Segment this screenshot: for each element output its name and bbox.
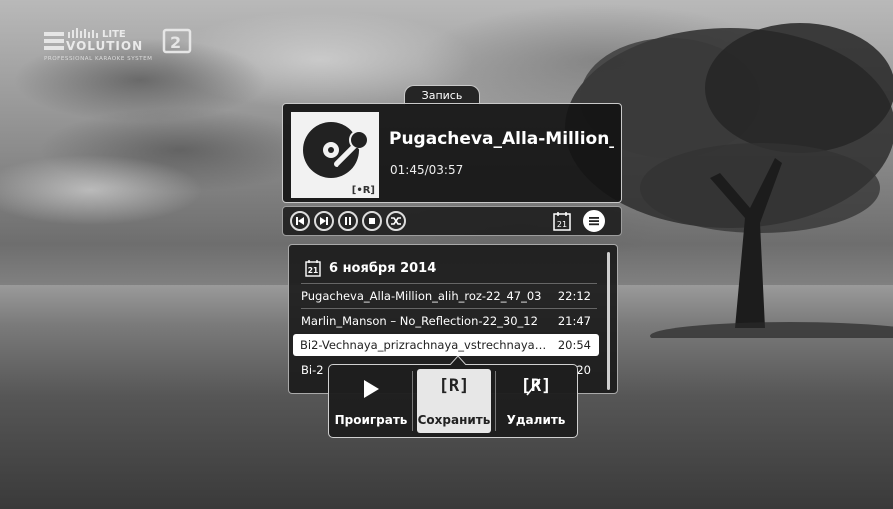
svg-text:2: 2 [170,33,181,52]
recording-time: 20 [576,363,591,377]
svg-text:PROFESSIONAL KARAOKE SYSTEM: PROFESSIONAL KARAOKE SYSTEM [44,56,152,62]
delete-button[interactable]: [R] Удалить [499,369,573,433]
date-header: 21 6 ноября 2014 [305,259,436,277]
save-button[interactable]: [R] Сохранить [417,369,491,433]
stop-icon [369,218,375,224]
recording-name: Bi2-Vechnaya_prizrachnaya_vstrechnaya-… [300,338,550,352]
recording-time: 20:54 [557,338,591,352]
calendar-icon: 21 [305,260,321,277]
calendar-button[interactable]: 21 [553,211,571,231]
now-playing-panel: [•R] Pugacheva_Alla-Million_al… 01:45/03… [282,103,622,203]
list-item[interactable]: Pugacheva_Alla-Million_alih_roz-22_47_03… [297,285,599,307]
prev-icon [296,217,304,225]
shuffle-icon [391,217,401,225]
tab-record[interactable]: Запись [404,85,480,105]
recording-time: 21:47 [557,314,591,328]
recording-time: 22:12 [557,289,591,303]
delete-icon: [R] [521,376,552,396]
next-button[interactable] [314,211,334,231]
track-time: 01:45/03:57 [390,163,464,177]
next-icon [320,217,328,225]
logo-mark: LITE VOLUTION 2 PROFESSIONAL KARAOKE SYS… [44,28,192,62]
pause-button[interactable] [338,211,358,231]
shuffle-button[interactable] [386,211,406,231]
menu-button[interactable] [583,210,605,232]
save-label: Сохранить [417,413,491,427]
divider [495,371,496,431]
track-title: Pugacheva_Alla-Million_al… [389,129,614,149]
play-icon [364,380,379,398]
play-button[interactable]: Проиграть [334,369,408,433]
svg-text:21: 21 [557,220,567,229]
divider [301,283,597,284]
stop-button[interactable] [362,211,382,231]
recording-name: Pugacheva_Alla-Million_alih_roz-22_47_03 [301,289,542,303]
play-label: Проиграть [334,413,408,427]
svg-text:VOLUTION: VOLUTION [66,39,143,53]
list-item[interactable]: Marlin_Manson – No_Reflection-22_30_12 2… [297,310,599,332]
divider [412,371,413,431]
svg-text:21: 21 [308,266,318,275]
context-menu: Проиграть [R] Сохранить [R] Удалить [328,356,578,438]
recording-name: Marlin_Manson – No_Reflection-22_30_12 [301,314,538,328]
screen: LITE VOLUTION 2 PROFESSIONAL KARAOKE SYS… [0,0,893,509]
save-icon: [R] [438,376,470,396]
playback-controls: 21 [282,206,622,236]
calendar-icon: 21 [553,212,571,231]
scrollbar[interactable] [607,252,610,390]
record-badge: [•R] [351,185,375,196]
list-item-selected[interactable]: Bi2-Vechnaya_prizrachnaya_vstrechnaya-… … [293,334,599,356]
strike-icon [526,378,541,396]
album-cover: [•R] [291,112,379,198]
pause-icon [345,217,351,225]
menu-icon [589,217,599,226]
delete-label: Удалить [506,413,566,427]
date-label: 6 ноября 2014 [329,260,437,276]
prev-button[interactable] [290,211,310,231]
popup-pointer [449,356,467,366]
divider [301,308,597,309]
evolution-logo: LITE VOLUTION 2 PROFESSIONAL KARAOKE SYS… [44,26,194,70]
